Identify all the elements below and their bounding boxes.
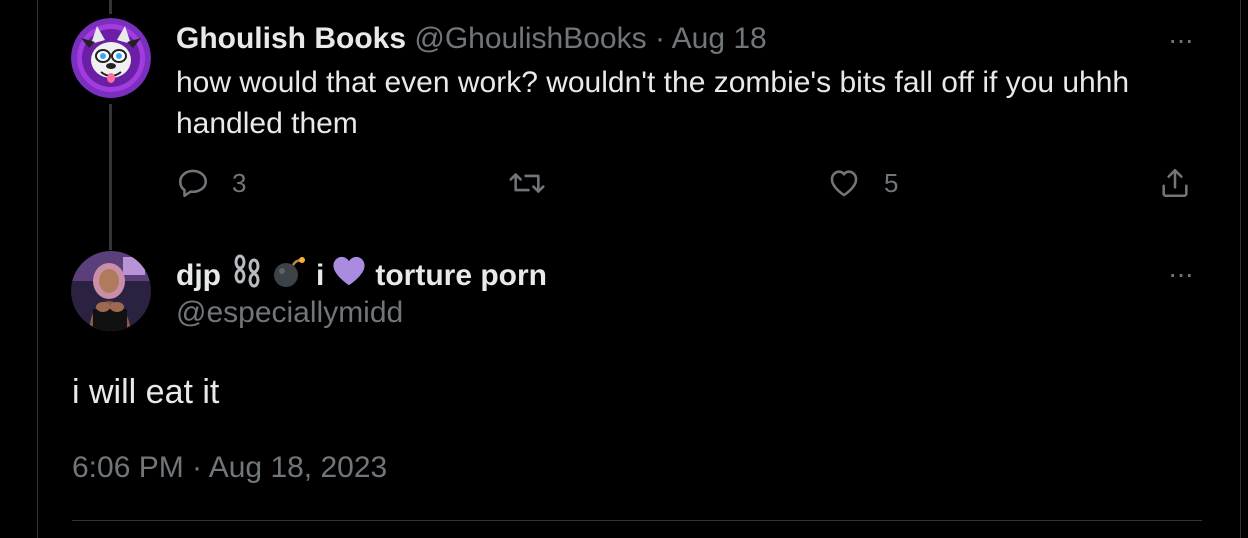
parent-tweet-header: Ghoulish Books @GhoulishBooks · Aug 18 <box>176 20 767 58</box>
thread-line <box>109 104 112 250</box>
right-column-border <box>1240 0 1241 538</box>
werewolf-mascot-icon <box>71 18 151 98</box>
purple-heart-emoji-icon <box>332 255 366 297</box>
share-icon <box>1162 168 1188 198</box>
reply-count: 3 <box>232 167 247 198</box>
share-button[interactable] <box>1158 166 1192 200</box>
author-handle[interactable]: @GhoulishBooks <box>414 22 646 55</box>
reply-display-name-start: djp <box>176 259 221 292</box>
retweet-button[interactable] <box>508 166 568 200</box>
thread-line-top <box>109 0 112 14</box>
reply-author-handle[interactable]: @especiallymidd <box>176 294 403 332</box>
parent-more-options-icon[interactable]: ··· <box>1168 26 1194 54</box>
retweet-icon <box>509 173 545 193</box>
author-display-name[interactable]: Ghoulish Books <box>176 22 406 55</box>
like-button[interactable]: 5 <box>826 166 898 200</box>
left-column-border <box>37 0 38 538</box>
divider <box>72 520 1202 521</box>
reply-button[interactable]: 3 <box>176 166 246 200</box>
ghoulish-books-avatar[interactable] <box>71 18 151 98</box>
tweet-date[interactable]: Aug 18 <box>672 22 767 55</box>
reply-display-name-end: torture porn <box>375 259 547 292</box>
person-photo-icon <box>71 251 151 331</box>
reply-tweet-header[interactable]: djp i torture porn <box>176 253 547 299</box>
reply-tweet-text: i will eat it <box>72 373 220 411</box>
heart-icon <box>830 170 858 197</box>
reply-more-options-icon[interactable]: ··· <box>1168 260 1194 288</box>
reply-display-name-mid: i <box>316 259 325 292</box>
bomb-emoji-icon <box>271 253 307 299</box>
reply-timestamp[interactable]: 6:06 PM · Aug 18, 2023 <box>72 448 387 488</box>
chain-emoji-icon <box>231 254 265 298</box>
like-count: 5 <box>884 167 899 198</box>
djp-avatar[interactable] <box>71 251 151 331</box>
parent-tweet-text: how would that even work? wouldn't the z… <box>176 66 1130 140</box>
reply-icon <box>178 169 208 198</box>
header-separator: · <box>654 22 665 55</box>
